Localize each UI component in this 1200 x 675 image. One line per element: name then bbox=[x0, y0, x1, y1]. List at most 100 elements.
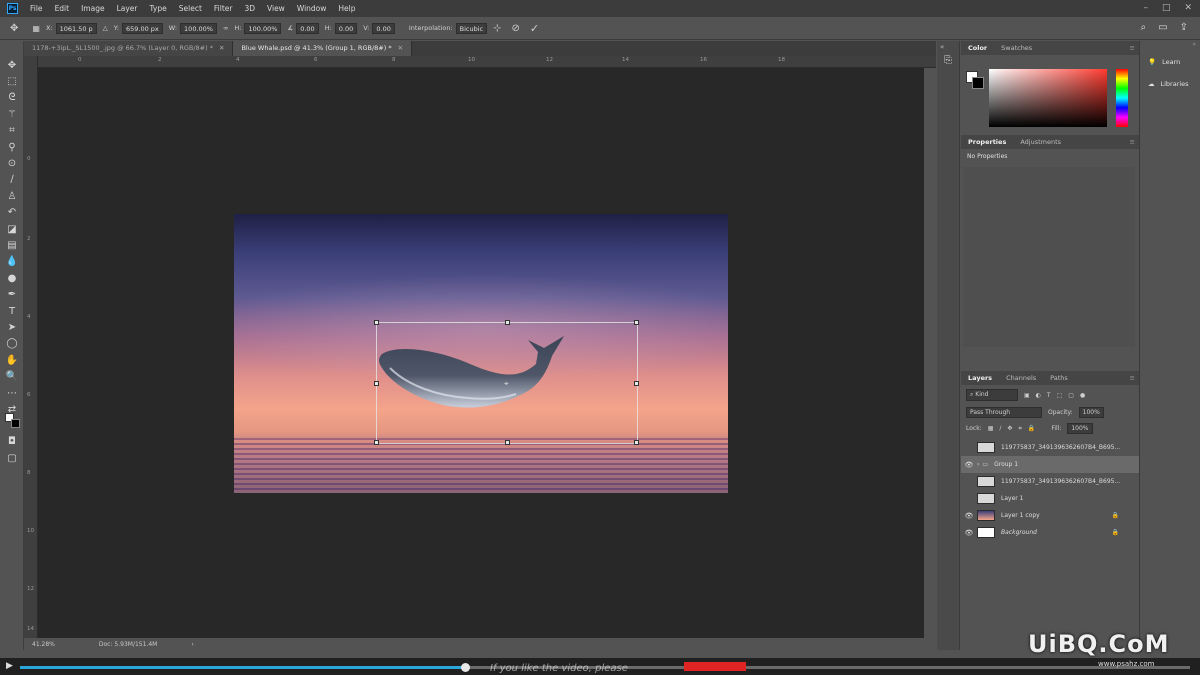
reference-point-icon[interactable]: ▦ bbox=[32, 24, 40, 33]
filter-smart-icon[interactable]: ▢ bbox=[1068, 392, 1074, 399]
tab-document-2[interactable]: Blue Whale.psd @ 41.3% (Group 1, RGB/8#)… bbox=[233, 41, 413, 56]
transform-bounding-box[interactable]: ⌖ bbox=[374, 320, 639, 445]
link-icon[interactable]: ∞ bbox=[223, 24, 228, 32]
menu-filter[interactable]: Filter bbox=[208, 4, 239, 13]
path-selection-icon[interactable]: ➤ bbox=[0, 319, 24, 335]
menu-type[interactable]: Type bbox=[144, 4, 173, 13]
close-tab-icon[interactable]: ✕ bbox=[398, 44, 403, 52]
filter-adjustment-icon[interactable]: ◐ bbox=[1036, 392, 1041, 399]
magic-wand-icon[interactable]: ⚚ bbox=[0, 106, 24, 122]
cancel-transform-icon[interactable]: ⊘ bbox=[512, 23, 520, 34]
tab-adjustments[interactable]: Adjustments bbox=[1013, 138, 1068, 146]
tab-document-1[interactable]: 1178-+3ipL._SL1500_.jpg @ 66.7% (Layer 0… bbox=[24, 41, 234, 56]
angle-field[interactable]: 0.00 bbox=[296, 22, 319, 34]
tab-paths[interactable]: Paths bbox=[1043, 374, 1075, 382]
visibility-eye-icon[interactable]: 👁 bbox=[961, 461, 977, 469]
seek-track[interactable]: If you like the video, please bbox=[20, 662, 1190, 674]
libraries-item[interactable]: ☁ Libraries bbox=[1140, 73, 1200, 95]
filter-pixel-icon[interactable]: ▣ bbox=[1024, 392, 1030, 399]
maximize-icon[interactable]: □ bbox=[1162, 3, 1171, 13]
transform-handle[interactable] bbox=[634, 381, 639, 386]
commit-transform-icon[interactable]: ✓ bbox=[530, 22, 539, 35]
background-color-swatch[interactable] bbox=[11, 419, 20, 428]
transform-handle[interactable] bbox=[505, 440, 510, 445]
learn-item[interactable]: 💡 Learn bbox=[1140, 51, 1200, 73]
color-picker-field[interactable] bbox=[989, 69, 1107, 127]
layer-row-selected[interactable]: 👁 › ▭ Group 1 bbox=[961, 456, 1139, 473]
dodge-icon[interactable]: ● bbox=[0, 270, 24, 286]
layer-row[interactable]: Layer 1 bbox=[961, 490, 1139, 507]
seek-knob[interactable] bbox=[460, 663, 470, 672]
menu-select[interactable]: Select bbox=[173, 4, 208, 13]
hue-slider[interactable] bbox=[1116, 69, 1128, 127]
lock-position-icon[interactable]: ✥ bbox=[1007, 425, 1012, 432]
fill-field[interactable]: 100% bbox=[1067, 423, 1093, 434]
layer-row[interactable]: 👁 Background 🔒 bbox=[961, 524, 1139, 541]
history-icon[interactable]: ⎘ bbox=[937, 51, 959, 66]
move-icon[interactable]: ✥ bbox=[0, 57, 24, 73]
transform-handle[interactable] bbox=[634, 440, 639, 445]
pen-icon[interactable]: ✒ bbox=[0, 286, 24, 302]
crop-icon[interactable]: ⌗ bbox=[0, 123, 24, 139]
menu-file[interactable]: File bbox=[24, 4, 49, 13]
panel-menu-icon[interactable]: ≡ bbox=[1130, 138, 1135, 146]
visibility-eye-icon[interactable]: 👁 bbox=[961, 529, 977, 537]
height-field[interactable]: 100.00% bbox=[244, 22, 282, 34]
group-expand-icon[interactable]: › bbox=[977, 461, 979, 468]
filter-shape-icon[interactable]: ⬚ bbox=[1057, 392, 1063, 399]
background-color-swatch[interactable] bbox=[972, 77, 984, 89]
menu-help[interactable]: Help bbox=[332, 4, 361, 13]
lasso-icon[interactable]: ᘓ bbox=[0, 90, 24, 106]
lock-paint-icon[interactable]: ∕ bbox=[999, 425, 1001, 432]
zoom-icon[interactable]: 🔍 bbox=[0, 368, 24, 384]
brush-icon[interactable]: ∕ bbox=[0, 172, 24, 188]
transform-handle[interactable] bbox=[374, 381, 379, 386]
history-brush-icon[interactable]: ↶ bbox=[0, 205, 24, 221]
status-arrow-icon[interactable]: › bbox=[191, 641, 193, 648]
close-tab-icon[interactable]: ✕ bbox=[219, 44, 224, 52]
screen-mode-icon[interactable]: ▢ bbox=[0, 450, 24, 466]
opacity-field[interactable]: 100% bbox=[1078, 407, 1104, 418]
tab-properties[interactable]: Properties bbox=[961, 138, 1013, 146]
menu-window[interactable]: Window bbox=[291, 4, 333, 13]
panel-menu-icon[interactable]: ≡ bbox=[1130, 44, 1135, 52]
filter-toggle-icon[interactable]: ● bbox=[1080, 392, 1085, 399]
collapse-arrows-icon[interactable]: « bbox=[937, 41, 959, 51]
panel-menu-icon[interactable]: ≡ bbox=[1130, 374, 1135, 382]
reference-point-icon[interactable]: ⌖ bbox=[504, 379, 509, 389]
eraser-icon[interactable]: ◪ bbox=[0, 221, 24, 237]
tab-channels[interactable]: Channels bbox=[999, 374, 1043, 382]
vskew-field[interactable]: 0.00 bbox=[372, 22, 395, 34]
move-tool-icon[interactable]: ✥ bbox=[10, 23, 18, 34]
menu-view[interactable]: View bbox=[261, 4, 291, 13]
marquee-icon[interactable]: ⬚ bbox=[0, 73, 24, 89]
lock-artboard-icon[interactable]: ⌗ bbox=[1018, 425, 1021, 433]
kind-filter-select[interactable]: ⌕ Kind bbox=[966, 389, 1018, 401]
y-field[interactable]: 659.00 px bbox=[122, 22, 163, 34]
healing-brush-icon[interactable]: ⊙ bbox=[0, 155, 24, 171]
tab-color[interactable]: Color bbox=[961, 44, 994, 52]
x-field[interactable]: 1061.50 p bbox=[55, 22, 97, 34]
menu-layer[interactable]: Layer bbox=[111, 4, 144, 13]
blur-icon[interactable]: 💧 bbox=[0, 254, 24, 270]
ellipse-icon[interactable]: ◯ bbox=[0, 336, 24, 352]
transform-handle[interactable] bbox=[634, 320, 639, 325]
transform-handle[interactable] bbox=[505, 320, 510, 325]
transform-handle[interactable] bbox=[374, 320, 379, 325]
blend-mode-select[interactable]: Pass Through bbox=[966, 407, 1042, 418]
tab-layers[interactable]: Layers bbox=[961, 374, 999, 382]
collapse-icon[interactable]: » bbox=[1140, 41, 1200, 51]
gradient-icon[interactable]: ▤ bbox=[0, 237, 24, 253]
warp-icon[interactable]: ⊹ bbox=[493, 23, 501, 34]
search-icon[interactable]: ⌕ bbox=[1141, 22, 1147, 33]
quick-mask-icon[interactable]: ◘ bbox=[0, 433, 24, 449]
layer-row[interactable]: 👁 Layer 1 copy 🔒 bbox=[961, 507, 1139, 524]
close-icon[interactable]: ✕ bbox=[1184, 3, 1192, 13]
layer-row[interactable]: 119775837_3491396362607B4_B695... bbox=[961, 439, 1139, 456]
share-icon[interactable]: ⇪ bbox=[1180, 22, 1188, 33]
clone-stamp-icon[interactable]: ♙ bbox=[0, 188, 24, 204]
menu-edit[interactable]: Edit bbox=[49, 4, 76, 13]
interpolation-select[interactable]: Bicubic bbox=[455, 22, 488, 34]
width-field[interactable]: 100.00% bbox=[180, 22, 217, 34]
subscribe-button[interactable] bbox=[684, 662, 746, 671]
